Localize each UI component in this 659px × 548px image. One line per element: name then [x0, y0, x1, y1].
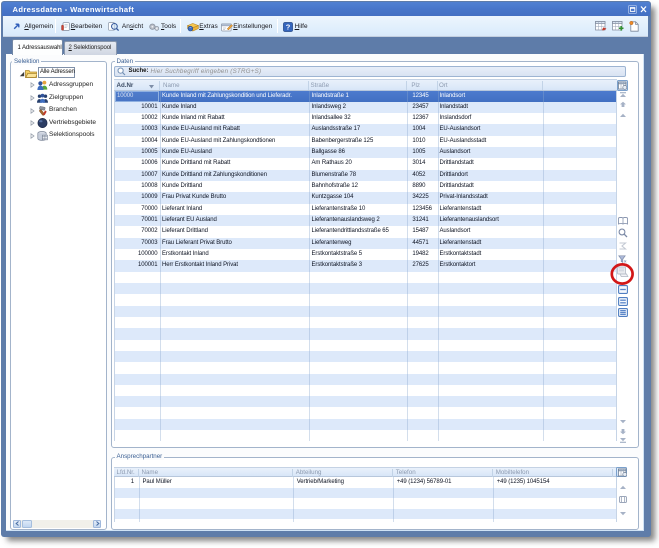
- svg-text:?: ?: [286, 23, 291, 32]
